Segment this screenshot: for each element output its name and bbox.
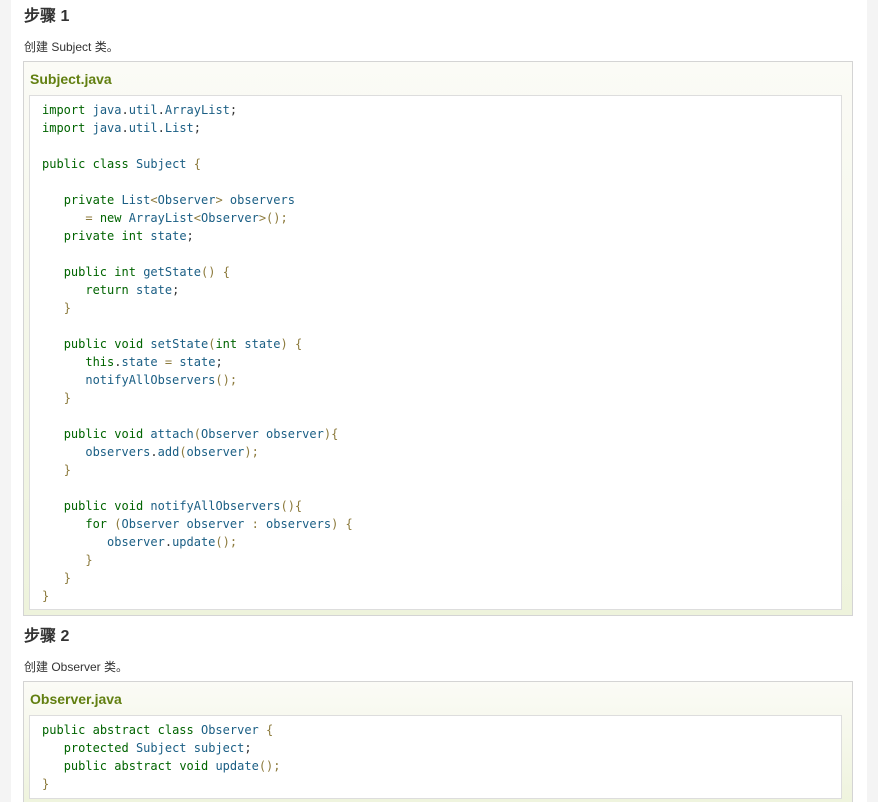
step-1-description: 创建 Subject 类。 — [24, 40, 119, 54]
code-line: } — [63, 463, 71, 477]
code-line: import java.util.List; — [42, 121, 202, 135]
code-line: } — [85, 553, 93, 567]
code-line: } — [63, 571, 71, 585]
code-line: public abstract class Observer { — [42, 723, 274, 737]
code-example-subject: Subject.java import java.util.ArrayList;… — [23, 61, 853, 616]
code-line: private List<Observer> observers — [63, 193, 295, 207]
code-listing: public abstract class Observer { protect… — [30, 716, 841, 793]
code-file-title-subject: Subject.java — [30, 71, 112, 87]
code-line: } — [63, 301, 71, 315]
step-2-title: 步骤 2 — [24, 628, 70, 645]
code-line: observers.add(observer); — [85, 445, 259, 459]
code-line: } — [42, 777, 50, 791]
code-line: protected Subject subject; — [63, 741, 252, 755]
code-example-observer: Observer.java public abstract class Obse… — [23, 681, 853, 802]
code-line: } — [42, 589, 50, 603]
code-line: return state; — [85, 283, 180, 297]
step-2-description: 创建 Observer 类。 — [24, 660, 129, 674]
code-line: public void notifyAllObservers(){ — [63, 499, 303, 513]
code-line: this.state = state; — [85, 355, 223, 369]
code-block-observer[interactable]: public abstract class Observer { protect… — [29, 715, 842, 799]
code-line: notifyAllObservers(); — [85, 373, 238, 387]
code-listing: import java.util.ArrayList; import java.u… — [30, 96, 841, 605]
code-file-title-observer: Observer.java — [30, 691, 122, 707]
code-line: public abstract void update(); — [63, 759, 281, 773]
code-block-subject[interactable]: import java.util.ArrayList; import java.u… — [29, 95, 842, 610]
code-line: public void setState(int state) { — [63, 337, 303, 351]
code-line: = new ArrayList<Observer>(); — [85, 211, 288, 225]
code-line: public void attach(Observer observer){ — [63, 427, 339, 441]
step-1-title: 步骤 1 — [24, 8, 70, 25]
code-line: } — [63, 391, 71, 405]
code-line: public int getState() { — [63, 265, 230, 279]
code-line: import java.util.ArrayList; — [42, 103, 238, 117]
code-line: for (Observer observer : observers) { — [85, 517, 353, 531]
tutorial-content: 步骤 1 创建 Subject 类。 Subject.java import j… — [11, 0, 867, 802]
code-line: public class Subject { — [42, 157, 201, 171]
code-line: private int state; — [63, 229, 194, 243]
code-line: observer.update(); — [107, 535, 238, 549]
